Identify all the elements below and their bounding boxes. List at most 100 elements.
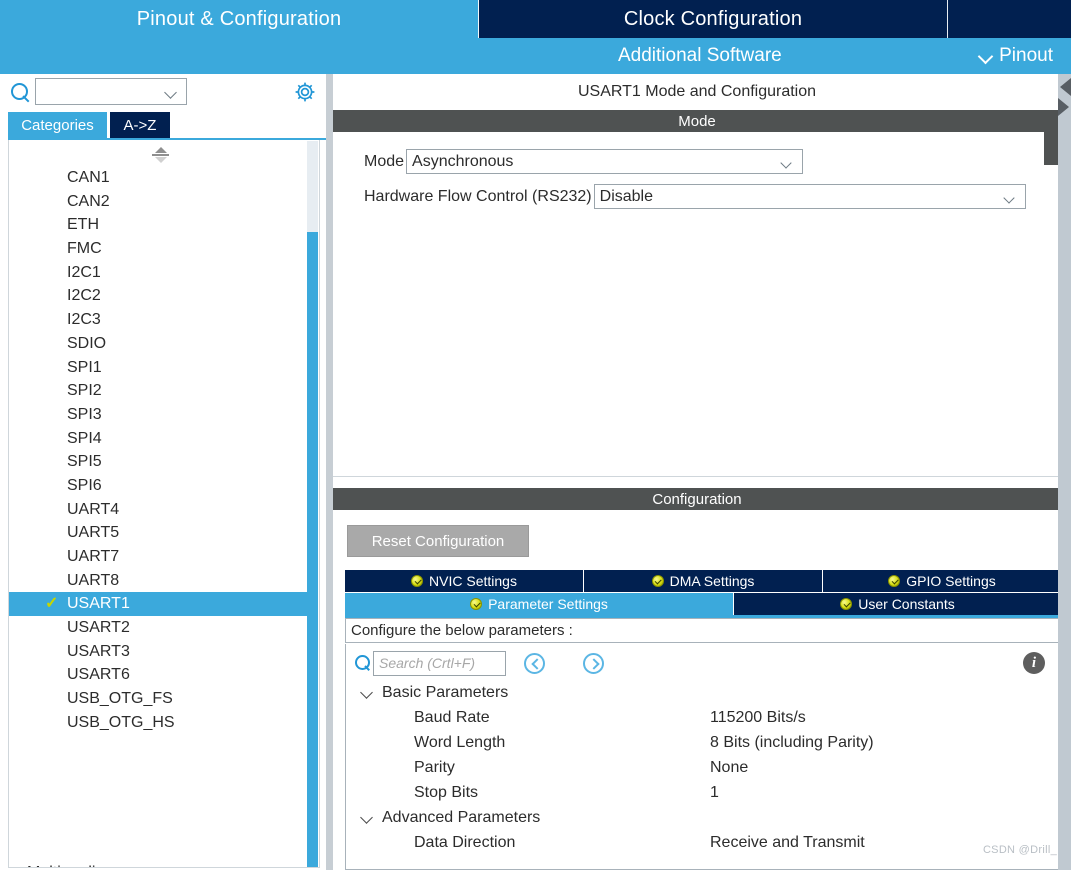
sidebar-item-label: CAN2 xyxy=(67,193,110,210)
sidebar-item-i2c3[interactable]: I2C3 xyxy=(9,308,312,332)
sidebar-group-multimedia[interactable]: Multimedia › xyxy=(27,856,293,868)
mode-section-header: Mode xyxy=(333,110,1061,132)
sidebar-tab-categories-label: Categories xyxy=(21,117,94,134)
sidebar-item-sdio[interactable]: SDIO xyxy=(9,332,312,356)
sidebar-item-usart3[interactable]: USART3 xyxy=(9,640,312,664)
sidebar-item-i2c1[interactable]: I2C1 xyxy=(9,261,312,285)
sidebar-item-uart5[interactable]: UART5 xyxy=(9,521,312,545)
gear-icon[interactable] xyxy=(294,81,316,103)
peripheral-list: CAN1 CAN2 ETH FMC I2C1 I2C2 I2C3 SDIO SP… xyxy=(8,140,320,868)
parameter-tree-area: Search (Crtl+F) i Basic Parameters Baud … xyxy=(345,644,1061,870)
parameter-tree: Basic Parameters Baud Rate 115200 Bits/s… xyxy=(346,680,1061,855)
circle-arrow-right-icon[interactable] xyxy=(583,653,604,674)
param-group-advanced-parameters[interactable]: Advanced Parameters xyxy=(346,805,1061,830)
sidebar-item-label: USART2 xyxy=(67,619,130,636)
param-row-baud-rate[interactable]: Baud Rate 115200 Bits/s xyxy=(346,705,1061,730)
configuration-section-body: Reset Configuration NVIC Settings DMA Se… xyxy=(333,510,1061,870)
sidebar-search-row xyxy=(0,74,330,112)
green-check-badge-icon xyxy=(652,575,664,587)
pinout-dropdown[interactable]: Pinout xyxy=(979,45,1053,67)
additional-software-button[interactable]: Additional Software xyxy=(618,45,782,67)
stm32cubemx-window: Pinout & Configuration Clock Configurati… xyxy=(0,0,1071,870)
circle-arrow-left-icon[interactable] xyxy=(524,653,545,674)
tab-next-partial[interactable] xyxy=(948,0,1071,38)
sidebar-item-usb-otg-hs[interactable]: USB_OTG_HS xyxy=(9,711,312,735)
collapse-left-arrow-icon[interactable] xyxy=(1058,78,1071,96)
sidebar-item-spi3[interactable]: SPI3 xyxy=(9,403,312,427)
chevron-down-icon[interactable] xyxy=(361,680,373,705)
param-value: 115200 Bits/s xyxy=(710,705,806,730)
sidebar-item-can1[interactable]: CAN1 xyxy=(9,166,312,190)
additional-software-label: Additional Software xyxy=(618,45,782,66)
tab-clock-configuration[interactable]: Clock Configuration xyxy=(479,0,947,38)
mode-select[interactable]: Asynchronous xyxy=(406,149,803,174)
tab-nvic-settings-label: NVIC Settings xyxy=(429,573,517,589)
param-group-label: Basic Parameters xyxy=(382,684,508,701)
chevron-down-icon xyxy=(782,159,793,166)
edge-scroll-thumb[interactable] xyxy=(1044,115,1058,165)
green-check-badge-icon xyxy=(411,575,423,587)
sidebar-item-label: SDIO xyxy=(67,335,106,352)
tab-clock-configuration-label: Clock Configuration xyxy=(624,8,802,31)
sidebar-item-spi4[interactable]: SPI4 xyxy=(9,427,312,451)
right-edge-scrollbar[interactable] xyxy=(1058,74,1071,870)
param-group-basic-parameters[interactable]: Basic Parameters xyxy=(346,680,1061,705)
sidebar-item-label: CAN1 xyxy=(67,169,110,186)
param-row-stop-bits[interactable]: Stop Bits 1 xyxy=(346,780,1061,805)
sidebar-tab-a-to-z[interactable]: A->Z xyxy=(110,112,170,138)
expand-right-arrow-icon[interactable] xyxy=(1058,98,1071,116)
sidebar-item-usart1[interactable]: ✓ USART1 xyxy=(9,592,312,616)
hardware-flow-control-label: Hardware Flow Control (RS232) xyxy=(364,188,592,206)
sidebar-item-uart7[interactable]: UART7 xyxy=(9,545,312,569)
tab-gpio-settings[interactable]: GPIO Settings xyxy=(823,570,1061,592)
param-row-word-length[interactable]: Word Length 8 Bits (including Parity) xyxy=(346,730,1061,755)
sidebar-item-usart6[interactable]: USART6 xyxy=(9,663,312,687)
tab-pinout-configuration[interactable]: Pinout & Configuration xyxy=(0,0,478,38)
page-title-label: USART1 Mode and Configuration xyxy=(578,83,816,101)
tab-dma-settings-label: DMA Settings xyxy=(670,573,755,589)
sidebar-item-uart4[interactable]: UART4 xyxy=(9,498,312,522)
info-icon[interactable]: i xyxy=(1023,652,1045,674)
sidebar-tab-a-to-z-label: A->Z xyxy=(124,117,157,134)
hardware-flow-control-value: Disable xyxy=(600,188,653,206)
sidebar-tab-categories[interactable]: Categories xyxy=(8,112,107,138)
sidebar-item-spi6[interactable]: SPI6 xyxy=(9,474,312,498)
sidebar-item-spi2[interactable]: SPI2 xyxy=(9,379,312,403)
sidebar-item-fmc[interactable]: FMC xyxy=(9,237,312,261)
sidebar-item-label: USART3 xyxy=(67,643,130,660)
green-check-badge-icon xyxy=(470,598,482,610)
sidebar-item-i2c2[interactable]: I2C2 xyxy=(9,284,312,308)
sidebar-item-spi5[interactable]: SPI5 xyxy=(9,450,312,474)
list-spinner-icon[interactable] xyxy=(149,145,173,167)
hardware-flow-control-select[interactable]: Disable xyxy=(594,184,1026,209)
param-value: 1 xyxy=(710,780,719,805)
parameter-search-input[interactable]: Search (Crtl+F) xyxy=(373,651,506,676)
chevron-right-icon: › xyxy=(283,856,289,868)
sidebar-item-spi1[interactable]: SPI1 xyxy=(9,356,312,380)
tab-gpio-settings-label: GPIO Settings xyxy=(906,573,995,589)
tab-parameter-settings-label: Parameter Settings xyxy=(488,596,608,612)
sidebar-item-can2[interactable]: CAN2 xyxy=(9,190,312,214)
sidebar-item-label: FMC xyxy=(67,240,102,257)
chevron-down-icon[interactable] xyxy=(361,805,373,830)
param-row-data-direction[interactable]: Data Direction Receive and Transmit xyxy=(346,830,1061,855)
check-icon: ✓ xyxy=(45,592,58,616)
param-value: Receive and Transmit xyxy=(710,830,865,855)
sidebar-search-input[interactable] xyxy=(35,78,187,105)
sidebar-item-usb-otg-fs[interactable]: USB_OTG_FS xyxy=(9,687,312,711)
tab-nvic-settings[interactable]: NVIC Settings xyxy=(345,570,584,592)
sidebar-scrollbar-thumb[interactable] xyxy=(307,232,318,868)
config-tabs-row-2: Parameter Settings User Constants xyxy=(345,593,1061,615)
param-row-parity[interactable]: Parity None xyxy=(346,755,1061,780)
tab-user-constants[interactable]: User Constants xyxy=(734,593,1061,615)
sidebar-item-label: UART8 xyxy=(67,572,119,589)
panel-splitter[interactable] xyxy=(326,74,333,870)
sidebar-item-uart8[interactable]: UART8 xyxy=(9,569,312,593)
tab-dma-settings[interactable]: DMA Settings xyxy=(584,570,823,592)
reset-configuration-button[interactable]: Reset Configuration xyxy=(347,525,529,557)
sidebar-item-eth[interactable]: ETH xyxy=(9,213,312,237)
tab-parameter-settings[interactable]: Parameter Settings xyxy=(345,593,734,615)
sidebar-item-usart2[interactable]: USART2 xyxy=(9,616,312,640)
chevron-down-icon[interactable] xyxy=(166,88,178,96)
sidebar-item-label: ETH xyxy=(67,216,99,233)
